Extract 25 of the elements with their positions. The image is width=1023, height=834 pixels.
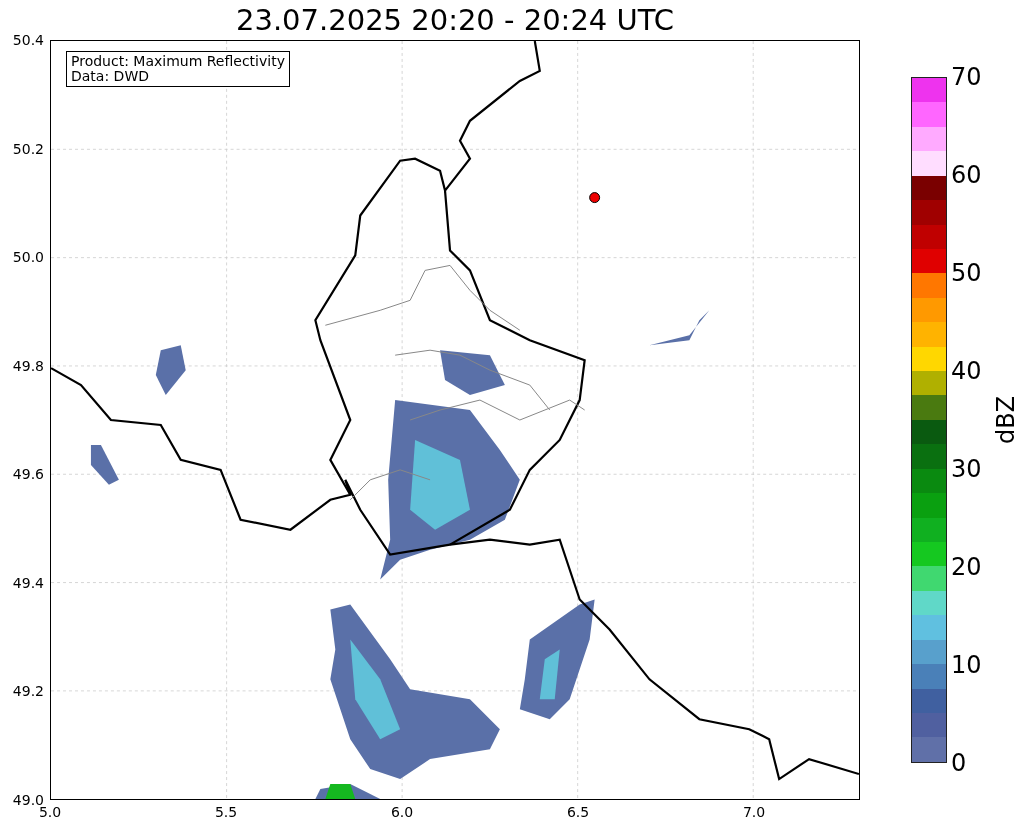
longitude-tick-label: 6.5 (566, 804, 590, 822)
radar-echo-core (325, 784, 356, 799)
latitude-tick-label: 49.8 (12, 357, 44, 374)
latitude-tick-label: 49.2 (12, 683, 44, 700)
colorbar-unit-label: dBZ (991, 395, 1020, 445)
longitude-tick-label: 5.5 (214, 804, 238, 822)
latitude-tick-label: 50.4 (12, 32, 44, 48)
colorbar-tick-label: 10 (951, 650, 982, 680)
longitude-tick-label: 6.0 (390, 804, 414, 822)
chart-title: 23.07.2025 20:20 - 20:24 UTC (235, 2, 675, 39)
colorbar-tick-label: 50 (951, 258, 982, 288)
latitude-tick-label: 50.2 (12, 140, 44, 157)
latitude-tick-label: 50.0 (12, 249, 44, 266)
colorbar-tick-label: 60 (951, 160, 982, 190)
colorbar-tick-label: 30 (951, 454, 982, 484)
colorbar-tick-label: 40 (951, 356, 982, 386)
latitude-tick-label: 49.4 (12, 574, 44, 591)
legend-text: Product: Maximum Reflectivity (71, 54, 285, 69)
longitude-tick-label: 7.0 (742, 804, 766, 822)
location-marker-icon (589, 192, 601, 204)
legend-text: Data: DWD (71, 69, 150, 84)
latitude-tick-label: 49.6 (12, 466, 44, 483)
colorbar-tick-label: 0 (951, 748, 968, 778)
colorbar-tick-label: 70 (951, 62, 982, 92)
colorbar-tick-label: 20 (951, 552, 982, 582)
